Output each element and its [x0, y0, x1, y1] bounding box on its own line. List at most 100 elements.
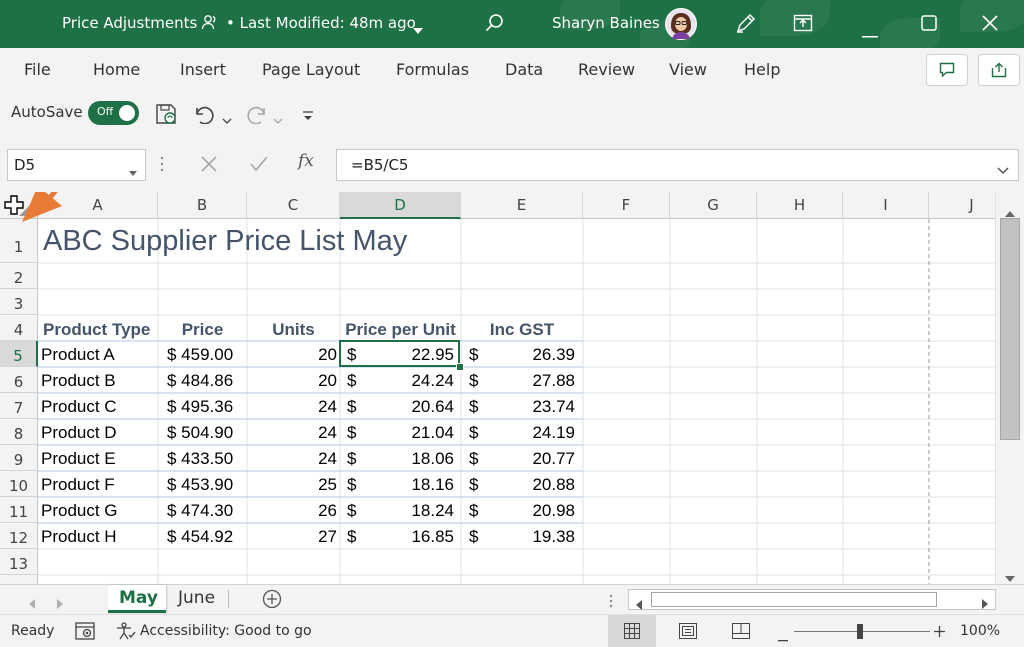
cell-price[interactable]: $ 484.86	[167, 371, 233, 391]
zoom-in-icon[interactable]	[934, 625, 945, 641]
cell-product[interactable]: Product G	[41, 501, 118, 521]
page-break-view-icon[interactable]	[732, 623, 750, 643]
name-box[interactable]: D5	[7, 149, 146, 181]
scroll-left-icon[interactable]	[635, 595, 642, 614]
customize-qat-icon[interactable]	[302, 107, 314, 126]
cell-price[interactable]: $ 454.92	[167, 527, 233, 547]
header-product-type[interactable]: Product Type	[43, 320, 150, 340]
cell-price-per-unit[interactable]: 18.16	[340, 475, 454, 495]
cell-units[interactable]: 20	[247, 371, 337, 391]
undo-icon[interactable]	[193, 104, 215, 128]
header-price[interactable]: Price	[158, 320, 247, 340]
scroll-tabs-right-icon[interactable]	[56, 594, 64, 613]
vertical-scrollbar[interactable]	[995, 192, 1024, 584]
fill-handle[interactable]	[456, 363, 464, 371]
formula-input[interactable]: =B5/C5	[336, 149, 1019, 181]
tab-formulas[interactable]: Formulas	[396, 60, 469, 79]
cell-price[interactable]: $ 474.30	[167, 501, 233, 521]
cell-price[interactable]: $ 504.90	[167, 423, 233, 443]
header-inc-gst[interactable]: Inc GST	[461, 320, 583, 340]
zoom-out-icon[interactable]	[778, 630, 788, 646]
cell-inc-gst[interactable]: 20.98	[461, 501, 575, 521]
undo-dropdown-icon[interactable]	[222, 110, 232, 129]
zoom-slider-thumb[interactable]	[857, 624, 863, 639]
vertical-scroll-thumb[interactable]	[1000, 218, 1020, 440]
cell-price-per-unit[interactable]: 16.85	[340, 527, 454, 547]
cell-units[interactable]: 24	[247, 397, 337, 417]
cell-units[interactable]: 27	[247, 527, 337, 547]
zoom-level[interactable]: 100%	[960, 623, 1000, 639]
horizontal-scrollbar[interactable]	[628, 589, 996, 610]
macro-record-icon[interactable]	[75, 622, 95, 644]
cell-inc-gst[interactable]: 24.19	[461, 423, 575, 443]
redo-dropdown-icon[interactable]	[273, 110, 283, 129]
tab-home[interactable]: Home	[93, 60, 140, 79]
cell-price-per-unit[interactable]: 20.64	[340, 397, 454, 417]
cell-inc-gst[interactable]: 20.88	[461, 475, 575, 495]
avatar[interactable]	[665, 8, 697, 44]
sheet-title-cell[interactable]: ABC Supplier Price List May	[43, 225, 407, 258]
header-price-per-unit[interactable]: Price per Unit	[340, 320, 461, 340]
autosave-toggle[interactable]: Off	[88, 101, 139, 125]
tab-file[interactable]: File	[24, 60, 51, 79]
share-button[interactable]	[978, 54, 1020, 86]
worksheet-grid[interactable]: A B C D E F G H I J 1 2 3 4 5 6 7 8 9 10…	[0, 192, 995, 584]
redo-icon[interactable]	[246, 104, 268, 128]
expand-formula-bar-icon[interactable]	[997, 160, 1009, 179]
pen-icon[interactable]	[735, 12, 757, 38]
cell-units[interactable]: 25	[247, 475, 337, 495]
tab-review[interactable]: Review	[578, 60, 635, 79]
cell-price[interactable]: $ 459.00	[167, 345, 233, 365]
cell-product[interactable]: Product C	[41, 397, 117, 417]
cancel-icon[interactable]	[201, 156, 217, 176]
cell-units[interactable]: 20	[247, 345, 337, 365]
ribbon-display-options-icon[interactable]	[793, 13, 813, 37]
scroll-tabs-left-icon[interactable]	[28, 594, 36, 613]
sheet-tab-june[interactable]: June	[168, 585, 228, 613]
cell-inc-gst[interactable]: 23.74	[461, 397, 575, 417]
user-name[interactable]: Sharyn Baines	[552, 14, 660, 32]
tab-view[interactable]: View	[669, 60, 707, 79]
tab-insert[interactable]: Insert	[180, 60, 226, 79]
sheet-tab-may[interactable]: May	[108, 585, 166, 613]
normal-view-button[interactable]	[608, 615, 656, 647]
enter-icon[interactable]	[250, 156, 268, 176]
page-layout-view-icon[interactable]	[679, 623, 697, 643]
cell-price-per-unit[interactable]: 18.06	[340, 449, 454, 469]
chevron-down-icon[interactable]	[129, 162, 137, 181]
cell-price-per-unit[interactable]: 21.04	[340, 423, 454, 443]
search-icon[interactable]	[485, 13, 505, 37]
header-units[interactable]: Units	[247, 320, 340, 340]
cell-inc-gst[interactable]: 20.77	[461, 449, 575, 469]
cell-inc-gst[interactable]: 26.39	[461, 345, 575, 365]
chevron-down-icon[interactable]	[413, 20, 423, 39]
cell-product[interactable]: Product A	[41, 345, 115, 365]
accessibility-status[interactable]: Accessibility: Good to go	[140, 623, 312, 639]
tab-help[interactable]: Help	[744, 60, 780, 79]
cell-inc-gst[interactable]: 19.38	[461, 527, 575, 547]
horizontal-scroll-thumb[interactable]	[651, 592, 937, 607]
last-modified-label[interactable]: • Last Modified: 48m ago	[226, 14, 416, 32]
active-cell-d5[interactable]	[339, 340, 460, 367]
document-title[interactable]: Price Adjustments	[62, 14, 197, 32]
cell-price[interactable]: $ 453.90	[167, 475, 233, 495]
formula-bar-grip-icon[interactable]	[160, 156, 164, 176]
maximize-icon[interactable]	[921, 15, 937, 35]
minimize-icon[interactable]	[862, 23, 878, 42]
cell-product[interactable]: Product B	[41, 371, 116, 391]
accessibility-icon[interactable]	[116, 622, 136, 644]
cell-product[interactable]: Product H	[41, 527, 117, 547]
cell-product[interactable]: Product D	[41, 423, 117, 443]
close-icon[interactable]	[982, 15, 998, 35]
cell-price-per-unit[interactable]: 18.24	[340, 501, 454, 521]
tab-data[interactable]: Data	[505, 60, 543, 79]
cell-units[interactable]: 24	[247, 423, 337, 443]
cell-product[interactable]: Product F	[41, 475, 115, 495]
cell-price-per-unit[interactable]: 24.24	[340, 371, 454, 391]
cell-inc-gst[interactable]: 27.88	[461, 371, 575, 391]
cell-units[interactable]: 24	[247, 449, 337, 469]
comments-button[interactable]	[926, 54, 968, 86]
cell-price[interactable]: $ 433.50	[167, 449, 233, 469]
tab-split-grip-icon[interactable]	[609, 593, 613, 612]
tab-page-layout[interactable]: Page Layout	[262, 60, 360, 79]
